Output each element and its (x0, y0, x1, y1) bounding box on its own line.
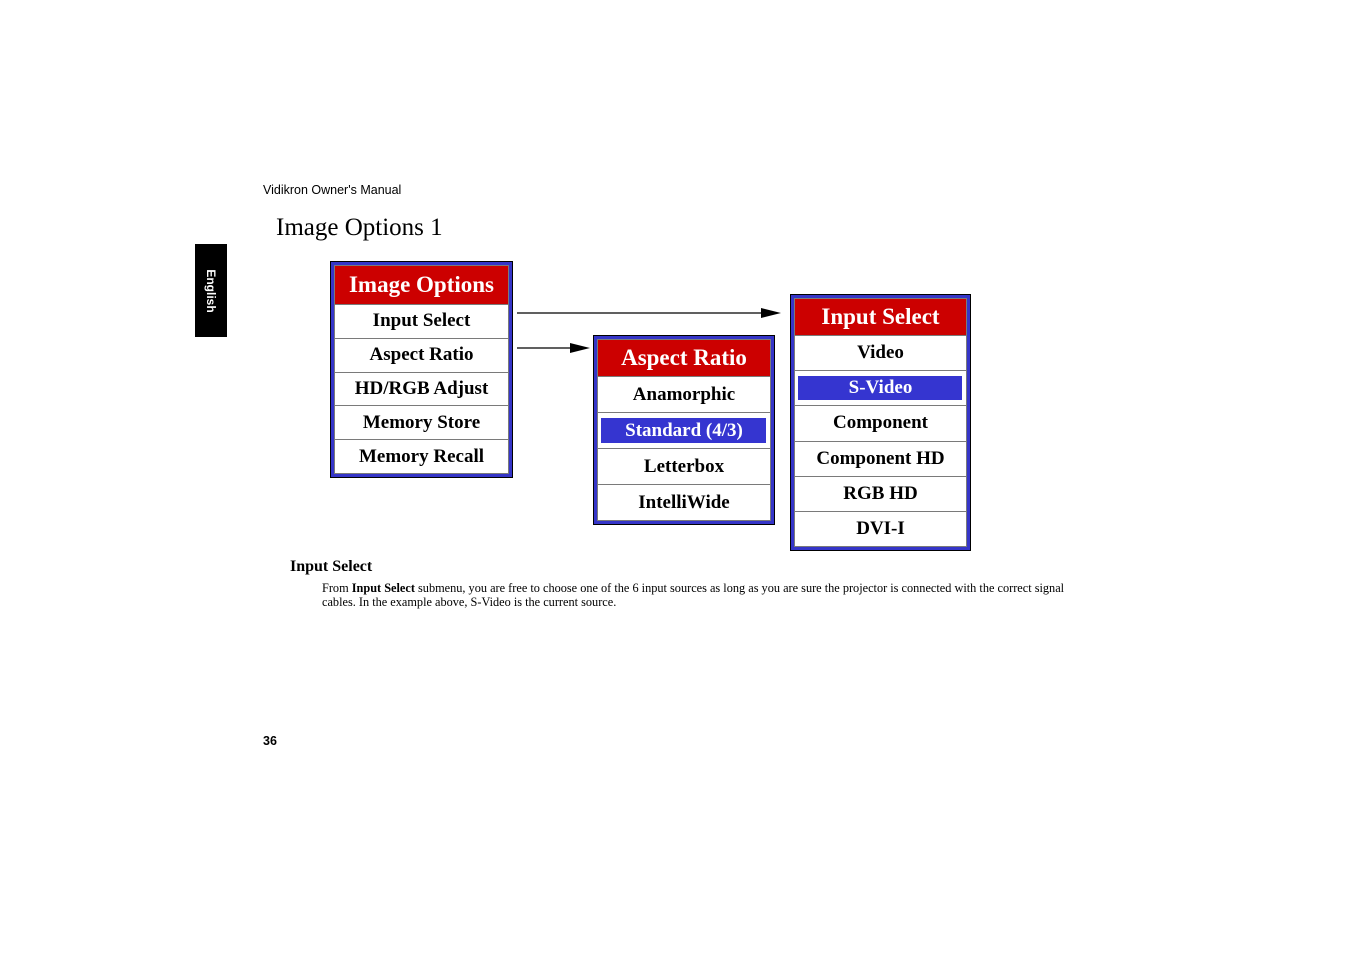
page-title: Image Options 1 (276, 214, 443, 241)
menu-item-intelliwide[interactable]: IntelliWide (598, 485, 770, 520)
menu-item-aspect-ratio[interactable]: Aspect Ratio (335, 339, 508, 373)
menu-item-s-video[interactable]: S-Video (795, 371, 966, 407)
menu-item-input-select[interactable]: Input Select (335, 305, 508, 339)
page-number: 36 (263, 734, 277, 748)
menu-item-letterbox[interactable]: Letterbox (598, 449, 770, 485)
menu-title: Image Options (335, 266, 508, 305)
language-tab: English (195, 244, 227, 337)
input-select-menu: Input Select Video S-Video Component Com… (790, 294, 971, 551)
menu-item-hd-rgb-adjust[interactable]: HD/RGB Adjust (335, 373, 508, 407)
section-body-bold: Input Select (351, 581, 415, 595)
menu-item-memory-store[interactable]: Memory Store (335, 406, 508, 441)
running-header: Vidikron Owner's Manual (263, 183, 402, 197)
menu-item-rgb-hd[interactable]: RGB HD (795, 477, 966, 512)
aspect-ratio-menu: Aspect Ratio Anamorphic Standard (4/3) L… (593, 335, 775, 525)
menu-item-memory-recall[interactable]: Memory Recall (335, 440, 508, 473)
menu-item-standard-4-3[interactable]: Standard (4/3) (598, 413, 770, 449)
arrow-to-input-select (517, 308, 781, 318)
image-options-menu: Image Options Input Select Aspect Ratio … (330, 261, 513, 478)
menu-item-anamorphic[interactable]: Anamorphic (598, 377, 770, 413)
section-heading: Input Select (290, 558, 373, 575)
menu-item-dvi-i[interactable]: DVI-I (795, 512, 966, 546)
menu-item-component-hd[interactable]: Component HD (795, 442, 966, 477)
language-tab-label: English (204, 268, 218, 313)
menu-item-component[interactable]: Component (795, 406, 966, 442)
menu-title: Input Select (795, 299, 966, 336)
section-body: From Input Select submenu, you are free … (322, 581, 1065, 609)
menu-title: Aspect Ratio (598, 340, 770, 377)
arrow-to-aspect-ratio (517, 343, 590, 353)
menu-item-video[interactable]: Video (795, 336, 966, 372)
